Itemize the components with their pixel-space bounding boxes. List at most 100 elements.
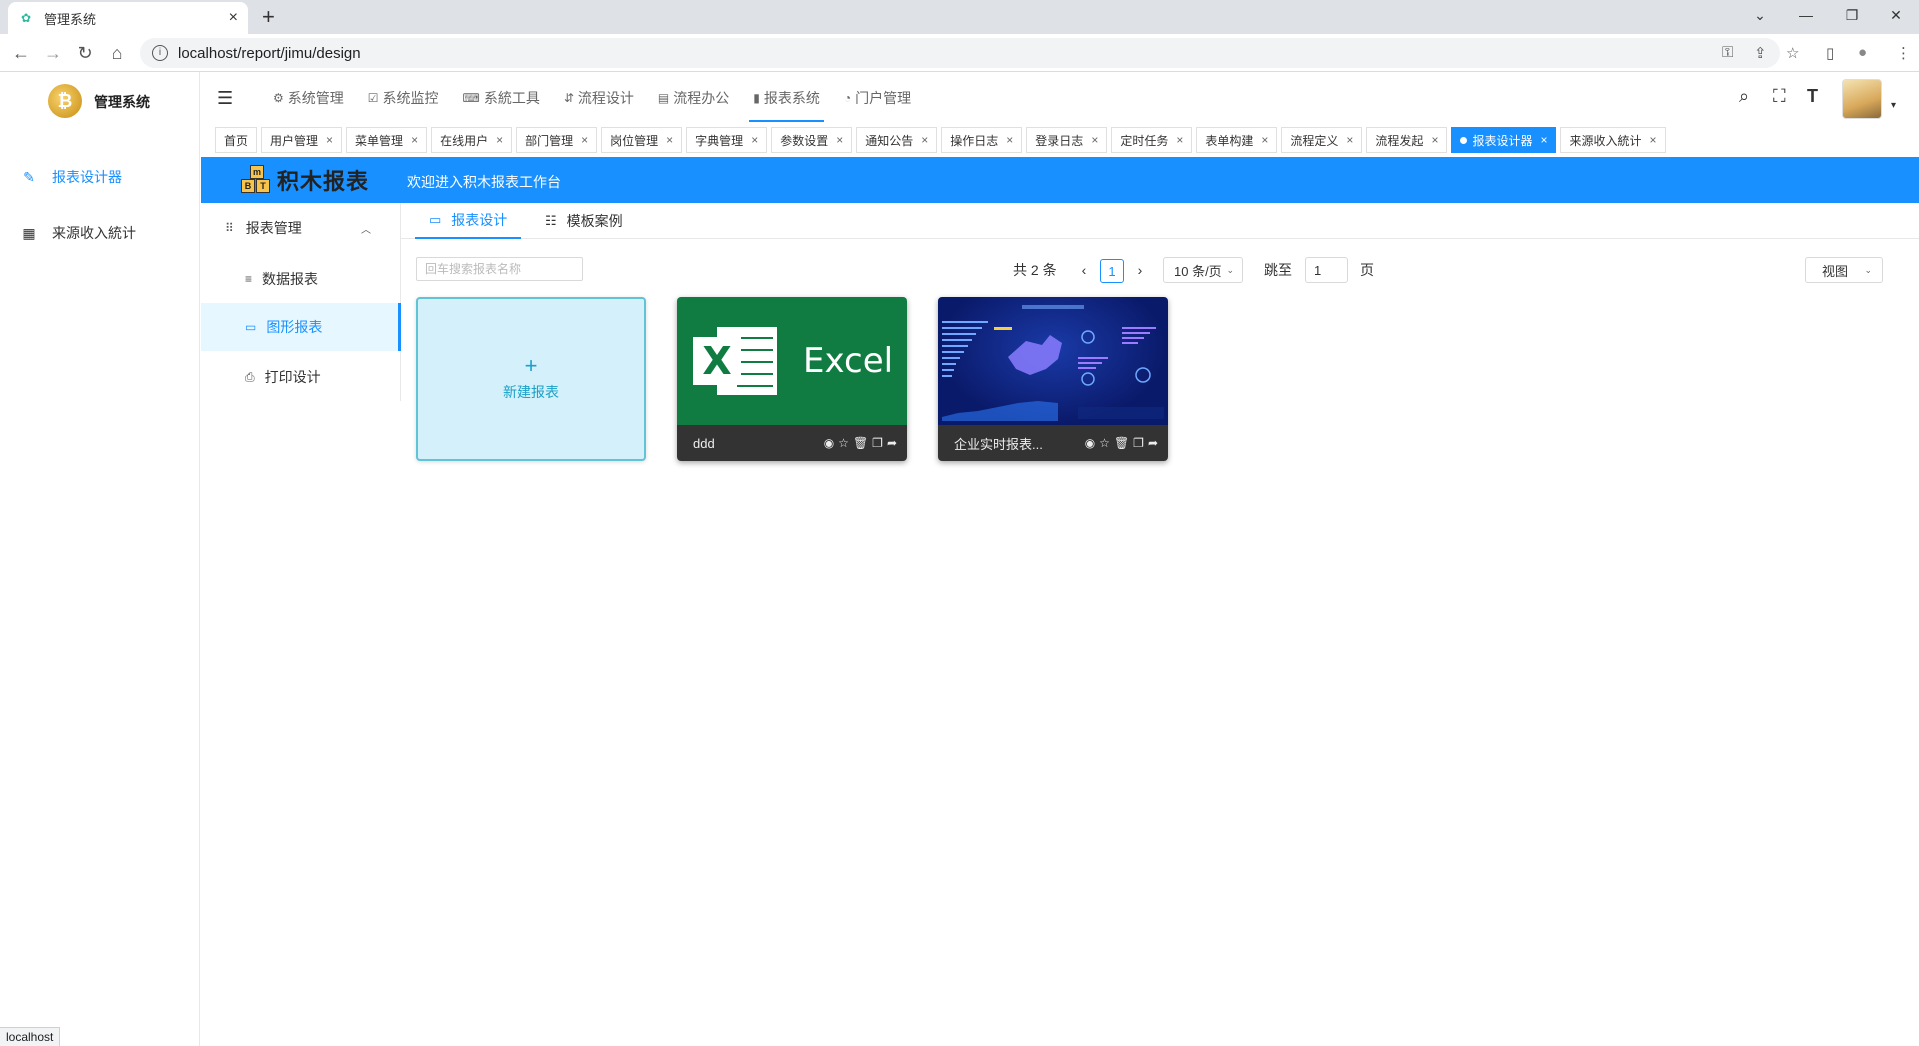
close-icon[interactable]: × [836,133,843,147]
close-icon[interactable]: × [1176,133,1183,147]
top-menu-portal[interactable]: ◔ 门户管理 [832,72,923,124]
sidebar-item-income-stats[interactable]: ▦ 来源收入統计 [0,208,200,258]
profile-icon[interactable]: ● [1858,44,1867,61]
copy-icon[interactable]: ❐ [1133,436,1144,450]
top-menu-system[interactable]: ⚙ 系统管理 [261,72,356,124]
card-footer: ddd ◉ ☆ 🗑 ❐ ➦ [677,425,907,461]
close-icon[interactable]: × [751,133,758,147]
minimize-icon[interactable]: — [1783,0,1829,30]
tag-income-stats[interactable]: 来源收入統计 × [1560,127,1666,153]
close-icon[interactable]: × [1650,133,1657,147]
next-page-icon[interactable]: › [1128,258,1152,282]
eye-icon[interactable]: ◉ [1085,436,1095,450]
report-menu-header[interactable]: ⠿ 报表管理 ︿ [201,203,401,253]
close-icon[interactable]: × [1346,133,1353,147]
tag-dept[interactable]: 部门管理 × [516,127,598,153]
top-menu-tools[interactable]: ⌨ 系統工具 [451,72,552,124]
menu-item-chart-report[interactable]: ▭ 图形报表 [201,303,401,351]
url-field[interactable]: i localhost/report/jimu/design [140,38,1780,68]
excel-logo-icon: X [693,327,777,395]
close-icon[interactable]: × [1091,133,1098,147]
page-current[interactable]: 1 [1100,259,1124,283]
site-info-icon[interactable]: i [152,45,168,61]
tag-operlog[interactable]: 操作日志 × [941,127,1023,153]
browser-menu-icon[interactable]: ⋮ [1896,44,1911,62]
share-icon[interactable]: ➦ [887,436,897,450]
close-icon[interactable]: × [666,133,673,147]
side-panel-icon[interactable]: ▯ [1826,44,1834,62]
copy-icon[interactable]: ❐ [872,436,883,450]
tag-menu[interactable]: 菜单管理 × [346,127,428,153]
menu-item-print-design[interactable]: ⎙ 打印设计 [201,353,401,401]
forward-icon[interactable]: → [40,40,66,66]
tab-template-cases[interactable]: ☷ 模板案例 [531,203,637,239]
tag-loginlog[interactable]: 登录日志 × [1026,127,1108,153]
menu-toggle-icon[interactable]: ☰ [217,88,233,109]
font-size-icon[interactable]: T [1807,86,1818,107]
share-icon[interactable]: ⇪ [1754,44,1767,62]
tag-flow-def[interactable]: 流程定义 × [1281,127,1363,153]
view-select[interactable]: 视图 ⌄ [1805,257,1883,283]
close-icon[interactable]: × [411,133,418,147]
reload-icon[interactable]: ↻ [72,40,98,66]
tag-label: 参数设置 [780,133,829,148]
bookmark-icon[interactable]: ☆ [1786,44,1799,62]
new-tab-icon[interactable]: + [262,4,275,30]
close-icon[interactable]: × [1540,133,1547,147]
page-size-select[interactable]: 10 条/页 ⌄ [1163,257,1243,283]
close-window-icon[interactable]: ✕ [1873,0,1919,30]
home-icon[interactable]: ⌂ [104,40,130,66]
report-card[interactable]: 企业实时报表... ◉ ☆ 🗑 ❐ ➦ [938,297,1168,461]
tag-config[interactable]: 参数设置 × [771,127,853,153]
jump-input[interactable] [1305,257,1348,283]
table-icon: ▦ [22,224,36,241]
top-menu-monitor[interactable]: ☑ 系统监控 [356,72,451,124]
tag-job[interactable]: 定时任务 × [1111,127,1193,153]
share-icon[interactable]: ➦ [1148,436,1158,450]
page-size-value: 10 条/页 [1174,263,1222,279]
fullscreen-icon[interactable]: ⛶ [1773,86,1786,107]
sidebar-item-report-designer[interactable]: ✎ 报表设计器 [0,152,200,202]
tag-user[interactable]: 用户管理 × [261,127,343,153]
tag-notice[interactable]: 通知公告 × [856,127,938,153]
tag-online[interactable]: 在线用户 × [431,127,513,153]
tab-report-design[interactable]: ▭ 报表设计 [415,203,522,239]
menu-item-data-report[interactable]: ≡ 数据报表 [201,255,401,303]
trash-icon[interactable]: 🗑 [1114,436,1129,450]
top-menu-report[interactable]: ▮ 报表系统 [741,72,832,124]
prev-page-icon[interactable]: ‹ [1072,258,1096,282]
star-icon[interactable]: ☆ [1099,436,1110,450]
trash-icon[interactable]: 🗑 [853,436,868,450]
avatar[interactable] [1842,79,1882,119]
browser-tab[interactable]: ✿ 管理系统 × [8,2,248,34]
tag-form-build[interactable]: 表单构建 × [1196,127,1278,153]
back-icon[interactable]: ← [8,40,34,66]
close-icon[interactable]: × [326,133,333,147]
tabs-dropdown-icon[interactable]: ⌄ [1737,0,1783,30]
tag-post[interactable]: 岗位管理 × [601,127,683,153]
eye-icon[interactable]: ◉ [824,436,834,450]
close-icon[interactable]: × [921,133,928,147]
search-input[interactable] [416,257,583,281]
close-tab-icon[interactable]: × [229,9,238,27]
tag-report-designer[interactable]: 报表设计器 × [1451,127,1557,153]
app-name: 管理系统 [94,94,150,110]
close-icon[interactable]: × [1261,133,1268,147]
close-icon[interactable]: × [1431,133,1438,147]
top-menu-flow-design[interactable]: ⇵ 流程设计 [552,72,646,124]
tag-flow-start[interactable]: 流程发起 × [1366,127,1448,153]
new-report-card[interactable]: + 新建报表 [416,297,646,461]
close-icon[interactable]: × [581,133,588,147]
maximize-icon[interactable]: ❐ [1829,0,1875,30]
close-icon[interactable]: × [1006,133,1013,147]
tag-dict[interactable]: 字典管理 × [686,127,768,153]
close-icon[interactable]: × [496,133,503,147]
tag-home[interactable]: 首页 [215,127,258,153]
report-card[interactable]: X Excel ddd ◉ ☆ 🗑 ❐ ➦ [677,297,907,461]
jimu-banner: m B T 积木报表 欢迎进入积木报表工作台 [201,157,1919,203]
search-icon[interactable]: ⌕ [1739,86,1749,107]
star-icon[interactable]: ☆ [838,436,849,450]
chevron-down-icon[interactable]: ▾ [1891,100,1896,111]
top-menu-flow-office[interactable]: ▤ 流程办公 [646,72,741,124]
key-icon[interactable]: ⚿ [1722,44,1733,61]
